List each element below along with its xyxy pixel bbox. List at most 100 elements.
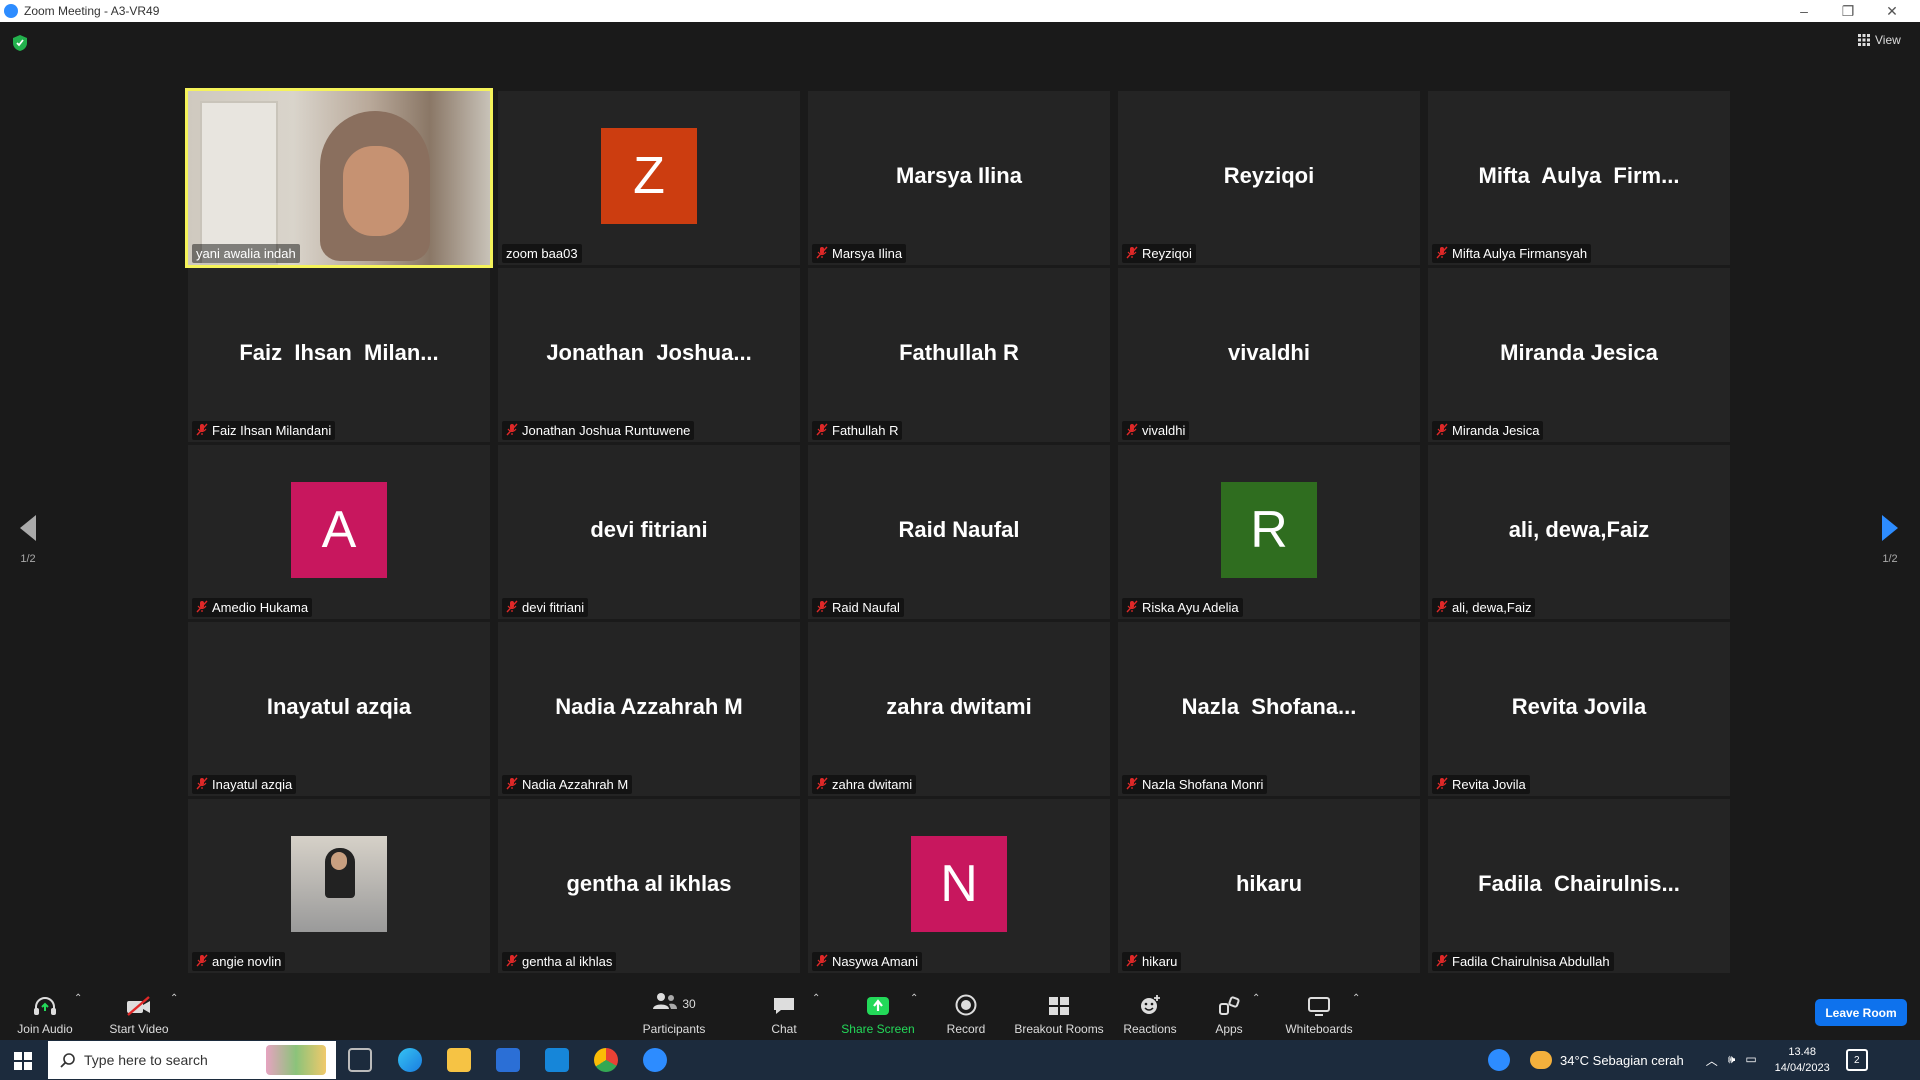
reactions-icon — [1141, 995, 1160, 1014]
zoom-taskbar-icon[interactable] — [643, 1048, 667, 1072]
muted-mic-icon — [506, 954, 518, 970]
apps-button[interactable]: Apps — [1206, 981, 1252, 1040]
whiteboards-options-caret[interactable]: ⌃ — [1352, 993, 1360, 1004]
headphones-icon — [34, 997, 56, 1015]
participant-tile[interactable]: Zzoom baa03 — [498, 91, 800, 265]
participant-tile[interactable]: Fathullah R Fathullah R — [808, 268, 1110, 442]
edge-icon[interactable] — [398, 1048, 422, 1072]
participants-count: 30 — [682, 997, 696, 1011]
participant-tile[interactable]: zahra dwitami zahra dwitami — [808, 622, 1110, 796]
video-options-caret[interactable]: ⌃ — [170, 993, 178, 1004]
participant-avatar: N — [911, 836, 1007, 932]
participant-display-name: Mifta Aulya Firm... — [1478, 163, 1680, 188]
notifications-icon[interactable]: 2 — [1845, 1049, 1868, 1071]
participant-name-label: gentha al ikhlas — [502, 952, 617, 971]
participant-tile[interactable]: yani awalia indah — [185, 88, 493, 268]
participant-tile[interactable]: vivaldhi vivaldhi — [1118, 268, 1420, 442]
participant-tile[interactable]: angie novlin — [188, 799, 490, 973]
participant-tile[interactable]: Reyziqoi Reyziqoi — [1118, 91, 1420, 265]
participant-tile[interactable]: Nadia Azzahrah M Nadia Azzahrah M — [498, 622, 800, 796]
breakout-rooms-button[interactable]: Breakout Rooms — [1012, 981, 1106, 1040]
task-view-icon[interactable] — [348, 1048, 372, 1072]
file-explorer-icon[interactable] — [447, 1048, 471, 1072]
ms-store-icon[interactable] — [496, 1048, 520, 1072]
clock[interactable]: 13.48 14/04/2023 — [1775, 1044, 1830, 1076]
participant-tile[interactable]: Inayatul azqia Inayatul azqia — [188, 622, 490, 796]
participant-name: vivaldhi — [1142, 423, 1186, 438]
participant-name: Riska Ayu Adelia — [1142, 600, 1239, 615]
participants-icon — [653, 993, 678, 1009]
participant-name-label: Inayatul azqia — [192, 775, 297, 794]
muted-mic-icon — [1436, 423, 1448, 439]
participant-tile[interactable]: gentha al ikhlas gentha al ikhlas — [498, 799, 800, 973]
participant-tile[interactable]: Jonathan Joshua... Jonathan Joshua Runtuw… — [498, 268, 800, 442]
breakout-rooms-icon — [1049, 997, 1069, 1015]
participant-tile[interactable]: devi fitriani devi fitriani — [498, 445, 800, 619]
tray-icons[interactable]: ︿ 🕪 ▭ — [1706, 1052, 1757, 1069]
help-icon[interactable] — [1488, 1049, 1510, 1071]
participant-tile[interactable]: Marsya Ilina Marsya Ilina — [808, 91, 1110, 265]
muted-mic-icon — [816, 777, 828, 793]
participant-tile[interactable]: A Amedio Hukama — [188, 445, 490, 619]
participant-display-name: vivaldhi — [1228, 340, 1310, 365]
participant-name: Amedio Hukama — [212, 600, 309, 615]
search-icon — [60, 1053, 75, 1068]
participant-display-name: Fadila Chairulnis... — [1478, 871, 1680, 896]
participant-display-name: Inayatul azqia — [266, 694, 412, 719]
participant-avatar: R — [1221, 482, 1317, 578]
participant-tile[interactable]: Miranda Jesica Miranda Jesica — [1428, 268, 1730, 442]
restore-button[interactable]: ❐ — [1826, 0, 1870, 22]
participant-tile[interactable]: Mifta Aulya Firm... Mifta Aulya Firmansya… — [1428, 91, 1730, 265]
participant-tile[interactable]: hikaru hikaru — [1118, 799, 1420, 973]
reactions-button[interactable]: Reactions — [1120, 981, 1180, 1040]
participant-tile[interactable]: N Nasywa Amani — [808, 799, 1110, 973]
apps-options-caret[interactable]: ⌃ — [1252, 993, 1260, 1004]
mail-icon[interactable] — [545, 1048, 569, 1072]
participant-display-name: zahra dwitami — [886, 694, 1032, 719]
participant-name-label: Faiz Ihsan Milandani — [192, 421, 336, 440]
view-button[interactable]: View — [1858, 33, 1901, 47]
next-page-button[interactable]: 1/2 — [1870, 515, 1910, 565]
participants-button[interactable]: 30 Participants — [636, 981, 712, 1040]
windows-start-icon[interactable] — [14, 1052, 32, 1070]
participant-tile[interactable]: ali, dewa,Faiz ali, dewa,Faiz — [1428, 445, 1730, 619]
participant-display-name: ali, dewa,Faiz — [1508, 517, 1650, 542]
join-audio-label: Join Audio — [17, 1022, 73, 1036]
share-options-caret[interactable]: ⌃ — [910, 993, 918, 1004]
participant-tile[interactable]: Nazla Shofana... Nazla Shofana Monri — [1118, 622, 1420, 796]
participant-tile[interactable]: R Riska Ayu Adelia — [1118, 445, 1420, 619]
chevron-up-icon[interactable]: ︿ — [1706, 1052, 1718, 1069]
whiteboards-button[interactable]: Whiteboards — [1280, 981, 1358, 1040]
chrome-icon[interactable] — [594, 1048, 618, 1072]
search-highlight-image — [266, 1045, 326, 1075]
participant-tile[interactable]: Faiz Ihsan Milan... Faiz Ihsan Milandani — [188, 268, 490, 442]
minimize-button[interactable]: – — [1782, 0, 1826, 22]
record-button[interactable]: Record — [940, 981, 992, 1040]
close-button[interactable]: ✕ — [1870, 0, 1914, 22]
participant-name: Raid Naufal — [832, 600, 900, 615]
participant-display-name: devi fitriani — [590, 517, 708, 542]
share-screen-icon — [867, 997, 889, 1015]
participant-name-label: Miranda Jesica — [1432, 421, 1544, 440]
prev-page-button[interactable]: 1/2 — [8, 515, 48, 565]
chat-button[interactable]: Chat — [760, 981, 808, 1040]
participant-tile[interactable]: Fadila Chairulnis... Fadila Chairulnisa A… — [1428, 799, 1730, 973]
audio-options-caret[interactable]: ⌃ — [74, 993, 82, 1004]
start-video-button[interactable]: Start Video — [104, 981, 174, 1040]
participant-name: yani awalia indah — [196, 246, 296, 261]
join-audio-button[interactable]: Join Audio — [12, 981, 78, 1040]
participant-tile[interactable]: Raid Naufal Raid Naufal — [808, 445, 1110, 619]
participant-name-label: zahra dwitami — [812, 775, 917, 794]
weather-text[interactable]: 34°C Sebagian cerah — [1560, 1053, 1684, 1068]
taskbar-search-box[interactable]: Type here to search — [48, 1041, 336, 1079]
participant-name: Nasywa Amani — [832, 954, 918, 969]
participant-tile[interactable]: Revita Jovila Revita Jovila — [1428, 622, 1730, 796]
chat-options-caret[interactable]: ⌃ — [812, 993, 820, 1004]
clock-date: 14/04/2023 — [1774, 1062, 1830, 1074]
network-icon[interactable]: ▭ — [1745, 1052, 1756, 1069]
share-screen-button[interactable]: Share Screen — [838, 981, 918, 1040]
volume-icon[interactable]: 🕪 — [1728, 1052, 1736, 1069]
participant-avatar: Z — [601, 128, 697, 224]
leave-room-button[interactable]: Leave Room — [1815, 999, 1907, 1026]
encryption-shield-icon[interactable] — [12, 34, 28, 52]
